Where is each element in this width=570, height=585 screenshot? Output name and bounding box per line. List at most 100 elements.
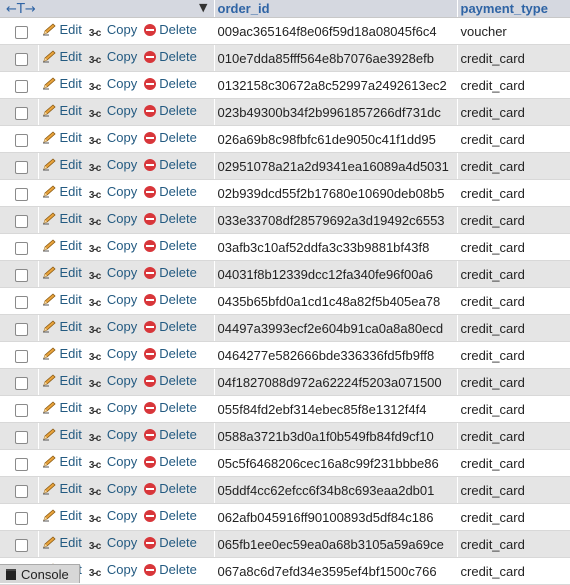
edit-button[interactable]: Edit: [42, 238, 82, 253]
edit-button[interactable]: Edit: [42, 535, 82, 550]
payment-type-cell[interactable]: credit_card: [457, 503, 570, 531]
copy-button[interactable]: 3-c Copy: [89, 373, 137, 392]
order-id-cell[interactable]: 0588a3721b3d0a1f0b549fb84fd9cf10: [214, 422, 458, 450]
payment-type-cell[interactable]: credit_card: [457, 395, 570, 423]
edit-button[interactable]: Edit: [42, 454, 82, 469]
order-id-cell[interactable]: 0132158c30672a8c52997a2492613ec2: [214, 71, 458, 99]
edit-button[interactable]: Edit: [42, 346, 82, 361]
row-checkbox[interactable]: [15, 79, 29, 93]
delete-button[interactable]: Delete: [144, 562, 197, 577]
header-payment-type[interactable]: payment_type: [457, 0, 570, 18]
payment-type-cell[interactable]: credit_card: [457, 44, 570, 72]
row-checkbox[interactable]: [15, 430, 29, 444]
payment-type-cell[interactable]: credit_card: [457, 557, 570, 585]
copy-button[interactable]: 3-c Copy: [89, 481, 137, 500]
copy-button[interactable]: 3-c Copy: [89, 508, 137, 527]
order-id-cell[interactable]: 05ddf4cc62efcc6f34b8c693eaa2db01: [214, 476, 458, 504]
edit-button[interactable]: Edit: [42, 211, 82, 226]
copy-button[interactable]: 3-c Copy: [89, 562, 137, 581]
delete-button[interactable]: Delete: [144, 508, 197, 523]
order-id-cell[interactable]: 026a69b8c98fbfc61de9050c41f1dd95: [214, 125, 458, 153]
copy-button[interactable]: 3-c Copy: [89, 49, 137, 68]
copy-button[interactable]: 3-c Copy: [89, 103, 137, 122]
payment-type-cell[interactable]: credit_card: [457, 341, 570, 369]
payment-type-cell[interactable]: credit_card: [457, 98, 570, 126]
copy-button[interactable]: 3-c Copy: [89, 427, 137, 446]
row-checkbox[interactable]: [15, 268, 29, 282]
delete-button[interactable]: Delete: [144, 238, 197, 253]
copy-button[interactable]: 3-c Copy: [89, 535, 137, 554]
delete-button[interactable]: Delete: [144, 211, 197, 226]
copy-button[interactable]: 3-c Copy: [89, 454, 137, 473]
payment-type-cell[interactable]: credit_card: [457, 476, 570, 504]
delete-button[interactable]: Delete: [144, 346, 197, 361]
header-order-id[interactable]: order_id: [214, 0, 458, 18]
copy-button[interactable]: 3-c Copy: [89, 157, 137, 176]
delete-button[interactable]: Delete: [144, 76, 197, 91]
order-id-cell[interactable]: 009ac365164f8e06f59d18a08045f6c4: [214, 17, 458, 45]
payment-type-cell[interactable]: credit_card: [457, 422, 570, 450]
order-id-cell[interactable]: 067a8c6d7efd34e3595ef4bf1500c766: [214, 557, 458, 585]
delete-button[interactable]: Delete: [144, 427, 197, 442]
order-id-cell[interactable]: 04497a3993ecf2e604b91ca0a8a80ecd: [214, 314, 458, 342]
order-id-cell[interactable]: 05c5f6468206cec16a8c99f231bbbe86: [214, 449, 458, 477]
edit-button[interactable]: Edit: [42, 103, 82, 118]
copy-button[interactable]: 3-c Copy: [89, 76, 137, 95]
column-header-payment-type[interactable]: payment_type: [458, 1, 548, 16]
order-id-cell[interactable]: 04031f8b12339dcc12fa340fe96f00a6: [214, 260, 458, 288]
payment-type-cell[interactable]: credit_card: [457, 314, 570, 342]
edit-button[interactable]: Edit: [42, 76, 82, 91]
copy-button[interactable]: 3-c Copy: [89, 400, 137, 419]
row-checkbox[interactable]: [15, 376, 29, 390]
copy-button[interactable]: 3-c Copy: [89, 130, 137, 149]
copy-button[interactable]: 3-c Copy: [89, 292, 137, 311]
payment-type-cell[interactable]: credit_card: [457, 287, 570, 315]
row-checkbox[interactable]: [15, 484, 29, 498]
copy-button[interactable]: 3-c Copy: [89, 22, 137, 41]
copy-button[interactable]: 3-c Copy: [89, 265, 137, 284]
row-checkbox[interactable]: [15, 511, 29, 525]
row-checkbox[interactable]: [15, 106, 29, 120]
order-id-cell[interactable]: 02b939dcd55f2b17680e10690deb08b5: [214, 179, 458, 207]
order-id-cell[interactable]: 0464277e582666bde336336fd5fb9ff8: [214, 341, 458, 369]
payment-type-cell[interactable]: credit_card: [457, 71, 570, 99]
edit-button[interactable]: Edit: [42, 22, 82, 37]
row-checkbox[interactable]: [15, 133, 29, 147]
row-checkbox[interactable]: [15, 457, 29, 471]
delete-button[interactable]: Delete: [144, 373, 197, 388]
payment-type-cell[interactable]: credit_card: [457, 449, 570, 477]
order-id-cell[interactable]: 010e7dda85fff564e8b7076ae3928efb: [214, 44, 458, 72]
column-nav-arrows[interactable]: ←T→: [0, 2, 36, 17]
order-id-cell[interactable]: 023b49300b34f2b9961857266df731dc: [214, 98, 458, 126]
order-id-cell[interactable]: 065fb1ee0ec59ea0a68b3105a59a69ce: [214, 530, 458, 558]
delete-button[interactable]: Delete: [144, 292, 197, 307]
order-id-cell[interactable]: 04f1827088d972a62224f5203a071500: [214, 368, 458, 396]
copy-button[interactable]: 3-c Copy: [89, 184, 137, 203]
sort-dropdown-icon[interactable]: ▼: [199, 1, 207, 14]
edit-button[interactable]: Edit: [42, 184, 82, 199]
delete-button[interactable]: Delete: [144, 130, 197, 145]
copy-button[interactable]: 3-c Copy: [89, 238, 137, 257]
row-checkbox[interactable]: [15, 295, 29, 309]
order-id-cell[interactable]: 02951078a21a2d9341ea16089a4d5031: [214, 152, 458, 180]
payment-type-cell[interactable]: credit_card: [457, 125, 570, 153]
edit-button[interactable]: Edit: [42, 400, 82, 415]
copy-button[interactable]: 3-c Copy: [89, 346, 137, 365]
payment-type-cell[interactable]: credit_card: [457, 260, 570, 288]
edit-button[interactable]: Edit: [42, 49, 82, 64]
row-checkbox[interactable]: [15, 25, 29, 39]
row-checkbox[interactable]: [15, 214, 29, 228]
edit-button[interactable]: Edit: [42, 130, 82, 145]
payment-type-cell[interactable]: credit_card: [457, 206, 570, 234]
order-id-cell[interactable]: 033e33708df28579692a3d19492c6553: [214, 206, 458, 234]
copy-button[interactable]: 3-c Copy: [89, 319, 137, 338]
row-checkbox[interactable]: [15, 538, 29, 552]
payment-type-cell[interactable]: credit_card: [457, 233, 570, 261]
payment-type-cell[interactable]: credit_card: [457, 179, 570, 207]
row-checkbox[interactable]: [15, 403, 29, 417]
row-checkbox[interactable]: [15, 187, 29, 201]
delete-button[interactable]: Delete: [144, 22, 197, 37]
delete-button[interactable]: Delete: [144, 454, 197, 469]
row-checkbox[interactable]: [15, 322, 29, 336]
edit-button[interactable]: Edit: [42, 508, 82, 523]
